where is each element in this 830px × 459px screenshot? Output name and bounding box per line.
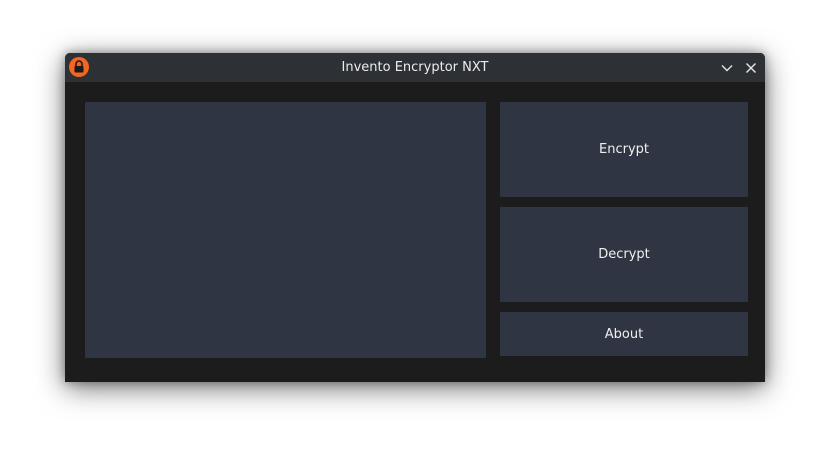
about-button[interactable]: About [500, 312, 748, 356]
desktop: Invento Encryptor NXT Encrypt Decrypt Ab… [0, 0, 830, 459]
app-window: Invento Encryptor NXT Encrypt Decrypt Ab… [65, 53, 765, 382]
close-icon[interactable] [741, 58, 761, 78]
encrypt-button[interactable]: Encrypt [500, 102, 748, 197]
decrypt-button[interactable]: Decrypt [500, 207, 748, 302]
titlebar[interactable]: Invento Encryptor NXT [65, 53, 765, 82]
text-input-area[interactable] [85, 102, 486, 358]
main-content: Encrypt Decrypt About [65, 82, 765, 382]
chevron-down-icon[interactable] [717, 58, 737, 78]
window-title: Invento Encryptor NXT [341, 60, 489, 75]
